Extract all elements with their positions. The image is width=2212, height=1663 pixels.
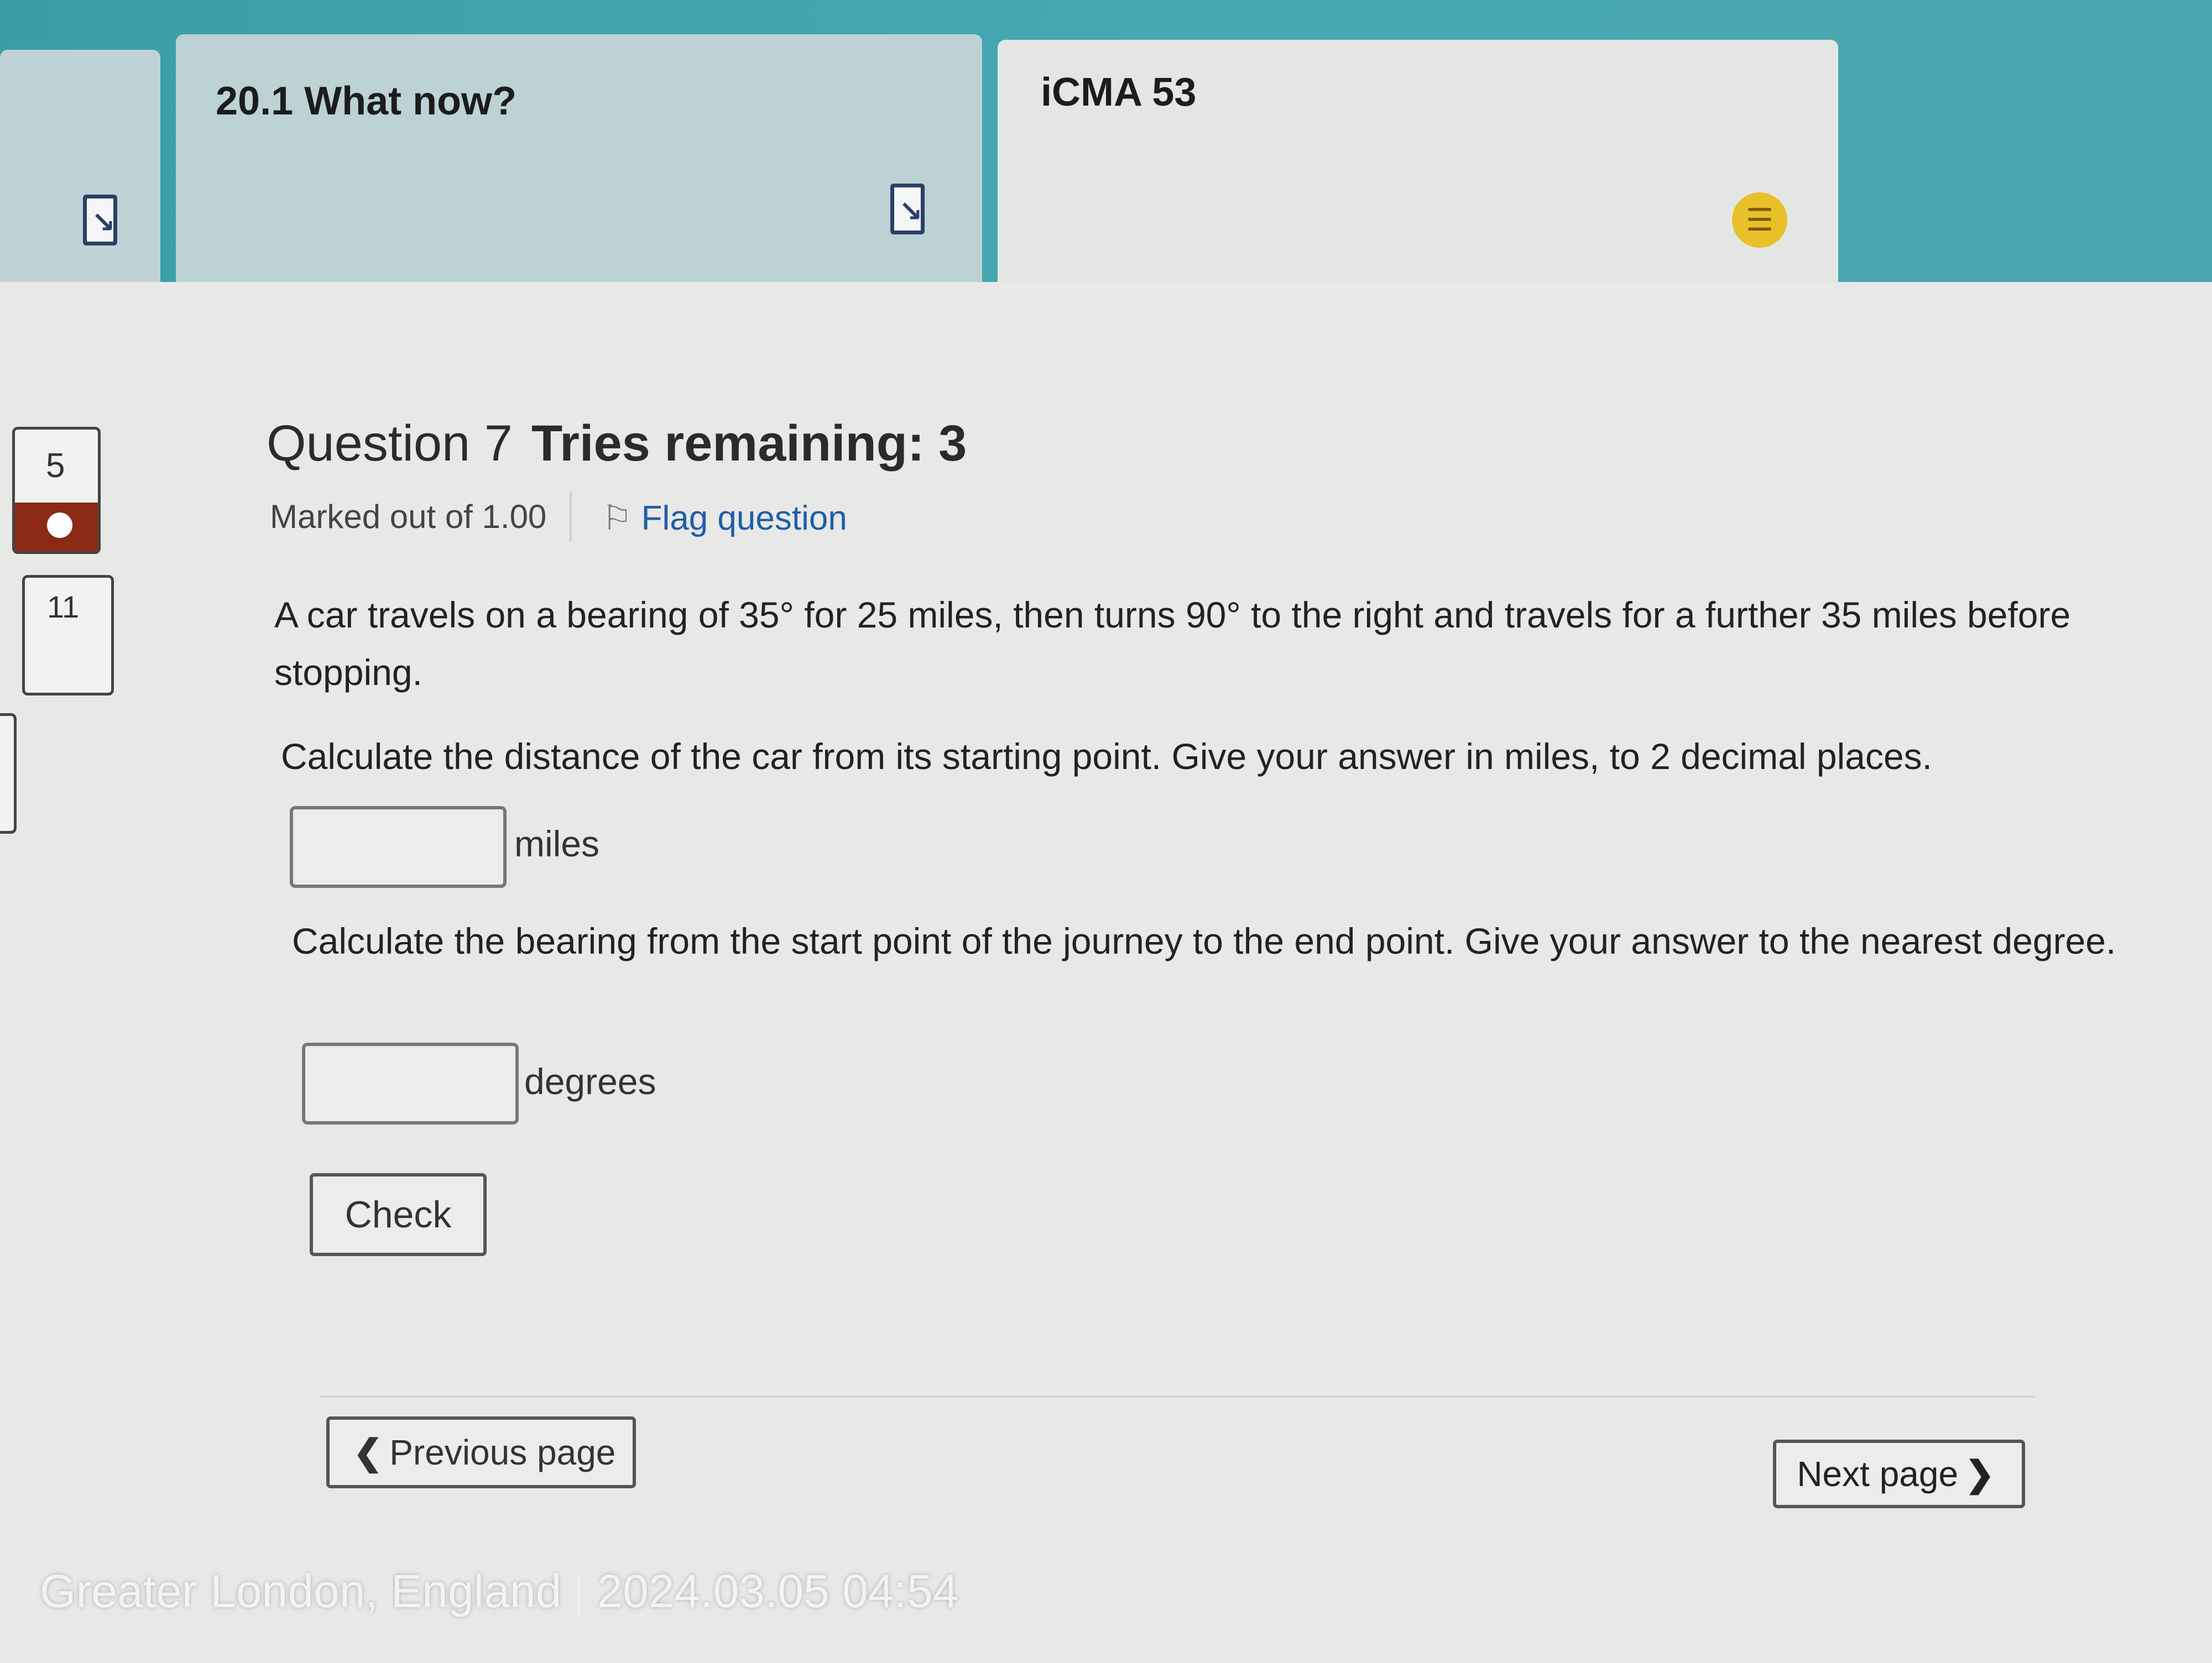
stamp-location: Greater London, England	[40, 1565, 562, 1617]
tab-title: 20.1 What now?	[216, 79, 517, 123]
next-page-label: Next page	[1797, 1454, 1959, 1494]
question-header: Question 7 Tries remaining: 3	[267, 415, 967, 473]
marked-out-of: Marked out of 1.00	[270, 498, 547, 535]
tab-title: iCMA 53	[1041, 70, 1197, 114]
question-nav-number: 5	[46, 447, 65, 485]
question-nav-item-partial[interactable]	[0, 713, 17, 834]
bearing-unit-label: degrees	[524, 1061, 656, 1102]
tab-icma-53[interactable]: iCMA 53	[998, 40, 1838, 294]
section-divider	[321, 1395, 2035, 1398]
chevron-right-icon: ❯	[1965, 1453, 1995, 1494]
tab-previous-partial[interactable]: ↘	[0, 50, 160, 282]
question-nav-number: 11	[47, 589, 80, 624]
question-nav-item[interactable]: 11	[22, 575, 114, 695]
flag-icon: ⚐	[602, 499, 633, 537]
stamp-divider	[578, 1575, 581, 1614]
quiz-icon[interactable]: ☰	[1732, 192, 1787, 248]
current-dot-icon	[47, 513, 72, 538]
flagged-indicator	[15, 503, 98, 551]
photo-stamp: Greater London, England 2024.03.05 04:54	[40, 1565, 958, 1618]
chevron-left-icon: ❮	[353, 1432, 383, 1472]
question-prompt-bearing: Calculate the bearing from the start poi…	[292, 921, 2116, 961]
document-link-icon[interactable]: ↘	[890, 184, 925, 234]
previous-page-label: Previous page	[389, 1432, 616, 1472]
question-number: Question 7	[267, 415, 513, 472]
distance-unit-label: miles	[514, 823, 600, 864]
next-page-button[interactable]: Next page ❯	[1773, 1440, 2025, 1508]
question-prompt-distance: Calculate the distance of the car from i…	[281, 736, 1933, 777]
document-link-icon[interactable]: ↘	[83, 195, 117, 245]
tab-what-now[interactable]: 20.1 What now? ↘	[176, 34, 982, 282]
previous-page-button[interactable]: ❮ Previous page	[326, 1416, 636, 1488]
flag-question-label: Flag question	[641, 499, 847, 537]
meta-divider	[570, 492, 572, 542]
question-text: A car travels on a bearing of 35° for 25…	[274, 594, 2071, 693]
question-nav-item[interactable]: 5	[12, 427, 101, 554]
tries-remaining: Tries remaining: 3	[531, 415, 967, 472]
distance-answer-input[interactable]	[290, 806, 507, 888]
flag-question-link[interactable]: ⚐ Flag question	[602, 498, 847, 538]
stamp-datetime: 2024.03.05 04:54	[597, 1565, 959, 1617]
check-button[interactable]: Check	[310, 1173, 487, 1256]
bearing-answer-input[interactable]	[302, 1043, 519, 1125]
